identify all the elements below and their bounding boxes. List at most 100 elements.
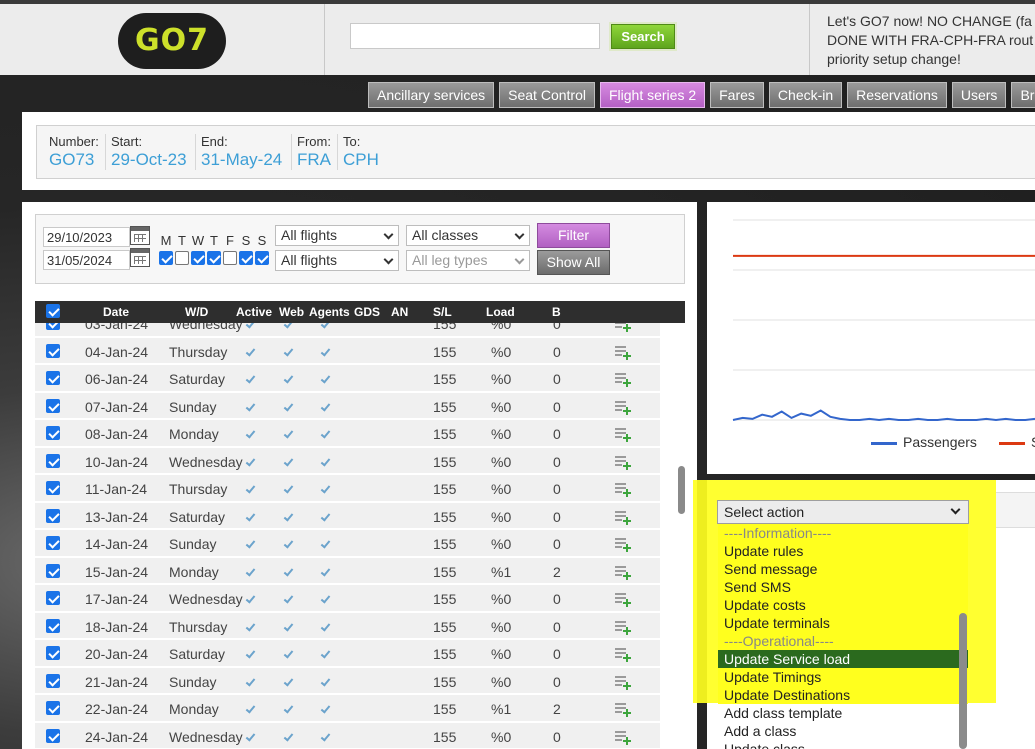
row-checkbox[interactable] [46,398,60,413]
web-check-icon[interactable] [283,510,294,522]
active-check-icon[interactable] [245,703,256,714]
show-all-button[interactable]: Show All [537,250,610,275]
active-check-icon[interactable] [245,345,256,357]
weekday-checkbox[interactable] [255,251,269,265]
row-checkbox[interactable] [46,701,60,715]
agents-check-icon[interactable] [320,675,331,687]
agents-check-icon[interactable] [320,373,331,384]
action-option[interactable]: Update class [718,740,968,749]
table-row[interactable]: 21-Jan-24 Sunday 155 %0 0 [35,667,660,695]
table-row[interactable]: 14-Jan-24 Sunday 155 %0 0 [35,530,660,558]
add-row-icon[interactable] [614,323,631,332]
agents-check-icon[interactable] [320,703,331,714]
agents-check-icon[interactable] [320,345,331,357]
add-row-icon[interactable] [614,454,631,470]
go7-logo[interactable]: GO7 [118,13,226,69]
col-weekday[interactable]: W/D [185,305,208,319]
date-to-input[interactable] [43,250,130,270]
weekday-checkbox[interactable] [223,251,237,265]
row-checkbox[interactable] [46,646,60,660]
agents-check-icon[interactable] [320,455,331,467]
add-row-icon[interactable] [614,564,631,580]
agents-check-icon[interactable] [320,730,331,742]
table-row[interactable]: 10-Jan-24 Wednesday 155 %0 0 [35,447,660,475]
date-from-input[interactable] [43,227,130,247]
agents-check-icon[interactable] [320,648,331,659]
action-option[interactable]: Send SMS [718,578,968,596]
agents-check-icon[interactable] [320,620,331,632]
action-option[interactable]: Update terminals [718,614,968,632]
legend-passengers[interactable]: Passengers [871,434,977,450]
table-row[interactable]: 24-Jan-24 Wednesday 155 %0 0 [35,722,660,749]
select-all-checkbox[interactable] [46,304,60,318]
active-check-icon[interactable] [245,428,256,439]
agents-check-icon[interactable] [320,428,331,439]
flights-select[interactable]: All flights [275,225,399,246]
add-row-icon[interactable] [614,646,631,662]
add-row-icon[interactable] [614,674,631,690]
nav-tab-reservations[interactable]: Reservations [847,82,947,108]
agents-check-icon[interactable] [320,483,331,494]
add-row-icon[interactable] [614,371,631,387]
active-check-icon[interactable] [245,593,256,604]
row-checkbox[interactable] [46,481,60,495]
dropdown-scrollbar[interactable] [959,613,967,749]
filter-button[interactable]: Filter [537,223,610,248]
weekday-checkbox[interactable] [159,251,173,265]
weekday-checkbox[interactable] [207,251,221,265]
table-row[interactable]: 08-Jan-24 Monday 155 %0 0 [35,420,660,448]
table-row[interactable]: 07-Jan-24 Sunday 155 %0 0 [35,392,660,420]
table-row[interactable]: 17-Jan-24 Wednesday 155 %0 0 [35,585,660,613]
add-row-icon[interactable] [614,426,631,442]
action-option[interactable]: Send message [718,560,968,578]
row-checkbox[interactable] [46,323,60,330]
calendar-icon[interactable] [130,248,150,267]
row-checkbox[interactable] [46,673,60,688]
table-row[interactable]: 04-Jan-24 Thursday 155 %0 0 [35,337,660,365]
row-checkbox[interactable] [46,371,60,385]
active-check-icon[interactable] [245,323,256,329]
table-row[interactable]: 11-Jan-24 Thursday 155 %0 0 [35,475,660,503]
active-check-icon[interactable] [245,455,256,467]
calendar-icon[interactable] [130,226,150,245]
web-check-icon[interactable] [283,323,294,329]
action-option[interactable]: Update Timings [718,668,968,686]
nav-tab-seat-control[interactable]: Seat Control [499,82,595,108]
add-row-icon[interactable] [614,344,631,360]
add-row-icon[interactable] [614,729,631,745]
col-date[interactable]: Date [103,305,129,319]
col-gds[interactable]: GDS [354,305,380,319]
active-check-icon[interactable] [245,510,256,522]
leg-types-select[interactable]: All leg types [406,250,530,271]
add-row-icon[interactable] [614,619,631,635]
action-option[interactable]: Add class template [718,704,968,722]
web-check-icon[interactable] [283,620,294,632]
action-option[interactable]: Update Destinations [718,686,968,704]
classes-select[interactable]: All classes [406,225,530,246]
add-row-icon[interactable] [614,701,631,717]
add-row-icon[interactable] [614,536,631,552]
col-an[interactable]: AN [391,305,408,319]
action-option[interactable]: Update costs [718,596,968,614]
legend-second-series[interactable]: S [999,434,1035,450]
agents-check-icon[interactable] [320,510,331,522]
col-load[interactable]: Load [486,305,515,319]
active-check-icon[interactable] [245,730,256,742]
weekday-checkbox[interactable] [239,251,253,265]
nav-tab-flight-series-2[interactable]: Flight series 2 [599,82,706,108]
table-row[interactable]: 22-Jan-24 Monday 155 %1 2 [35,695,660,723]
table-scrollbar[interactable] [678,466,685,514]
row-checkbox[interactable] [46,536,60,550]
nav-tab-users[interactable]: Users [951,82,1007,108]
action-option[interactable]: Update rules [718,542,968,560]
web-check-icon[interactable] [283,730,294,742]
table-row[interactable]: 20-Jan-24 Saturday 155 %0 0 [35,640,660,668]
web-check-icon[interactable] [283,675,294,687]
active-check-icon[interactable] [245,483,256,494]
action-option[interactable]: Update Service load [718,650,968,668]
active-check-icon[interactable] [245,565,256,577]
table-row[interactable]: 13-Jan-24 Saturday 155 %0 0 [35,502,660,530]
nav-tab-check-in[interactable]: Check-in [768,82,843,108]
add-row-icon[interactable] [614,509,631,525]
row-checkbox[interactable] [46,618,60,633]
